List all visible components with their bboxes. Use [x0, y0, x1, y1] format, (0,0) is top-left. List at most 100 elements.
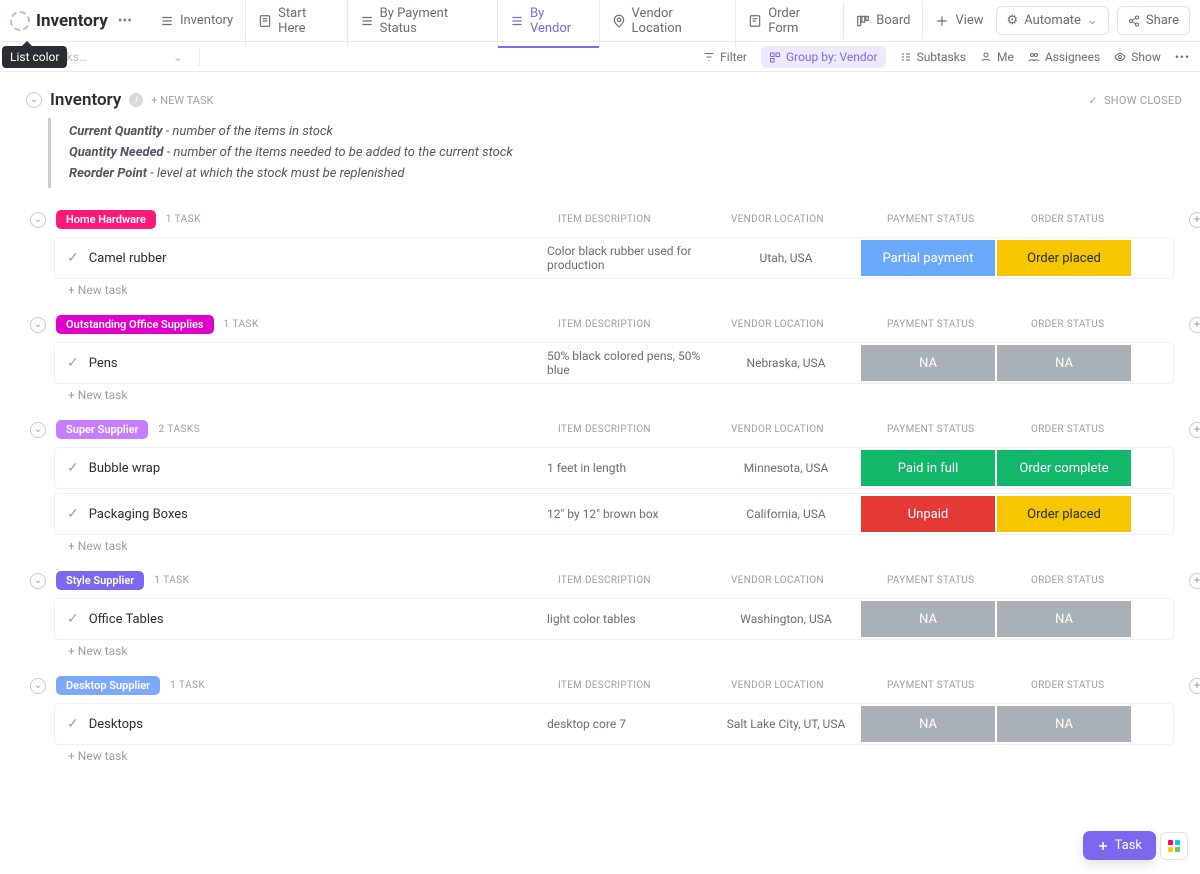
- add-column-button[interactable]: +: [1189, 212, 1200, 228]
- task-count: 1 TASK: [166, 214, 201, 225]
- order-status[interactable]: Order complete: [997, 450, 1131, 486]
- group-by-button[interactable]: Group by: Vendor: [761, 46, 886, 68]
- automate-label: Automate: [1024, 13, 1081, 28]
- add-column-button[interactable]: +: [1189, 317, 1200, 333]
- tab-board[interactable]: Board: [843, 2, 922, 39]
- collapse-group-icon[interactable]: [30, 573, 46, 589]
- automate-button[interactable]: ⚙ Automate: [996, 6, 1109, 35]
- order-status[interactable]: NA: [997, 601, 1131, 637]
- order-status[interactable]: NA: [997, 706, 1131, 742]
- collapse-list-icon[interactable]: [26, 92, 42, 108]
- col-payment: PAYMENT STATUS: [887, 424, 1023, 435]
- payment-status[interactable]: Partial payment: [861, 240, 995, 276]
- tab-by-vendor[interactable]: By Vendor: [497, 0, 599, 47]
- add-column-button[interactable]: +: [1189, 573, 1200, 589]
- check-icon[interactable]: ✓: [67, 460, 79, 476]
- me-button[interactable]: Me: [980, 50, 1014, 64]
- more-options-button[interactable]: •••: [1175, 50, 1190, 64]
- vendor-pill[interactable]: Outstanding Office Supplies: [56, 315, 214, 334]
- floating-task-label: Task: [1115, 838, 1142, 853]
- collapse-group-icon[interactable]: [30, 678, 46, 694]
- add-column-button[interactable]: +: [1189, 678, 1200, 694]
- tab-inventory[interactable]: Inventory: [148, 2, 245, 39]
- task-row[interactable]: ✓Desktopsdesktop core 7Salt Lake City, U…: [54, 703, 1174, 745]
- tab-start-here[interactable]: Start Here: [245, 0, 346, 47]
- vendor-pill[interactable]: Super Supplier: [56, 420, 148, 439]
- new-task-button[interactable]: New task: [68, 539, 1174, 553]
- workspace-title[interactable]: Inventory: [36, 11, 108, 31]
- payment-status[interactable]: NA: [861, 601, 995, 637]
- show-button[interactable]: Show: [1114, 50, 1161, 64]
- new-task-button[interactable]: New task: [68, 283, 1174, 297]
- filter-button[interactable]: Filter: [703, 50, 747, 64]
- payment-status[interactable]: NA: [861, 706, 995, 742]
- task-row[interactable]: ✓Packaging Boxes12" by 12" brown boxCali…: [54, 493, 1174, 535]
- check-icon[interactable]: ✓: [67, 716, 79, 732]
- view-tabs: Inventory Start Here By Payment StatusBy V…: [148, 0, 996, 47]
- list-color-icon[interactable]: [10, 11, 30, 31]
- col-order: ORDER STATUS: [1031, 214, 1167, 225]
- check-icon[interactable]: ✓: [67, 506, 79, 522]
- vendor-pill[interactable]: Style Supplier: [56, 571, 144, 590]
- tab-view[interactable]: View: [922, 2, 995, 39]
- new-task-button[interactable]: New task: [68, 749, 1174, 763]
- subtasks-label: Subtasks: [917, 50, 966, 64]
- show-closed-button[interactable]: ✓ SHOW CLOSED: [1088, 94, 1182, 107]
- col-order: ORDER STATUS: [1031, 680, 1167, 691]
- collapse-group-icon[interactable]: [30, 212, 46, 228]
- floating-apps-button[interactable]: [1160, 832, 1188, 860]
- order-status[interactable]: Order placed: [997, 496, 1131, 532]
- tab-icon: [612, 14, 626, 28]
- filter-label: Filter: [720, 50, 747, 64]
- task-name[interactable]: Desktops: [89, 717, 143, 732]
- vendor-pill[interactable]: Home Hardware: [56, 210, 156, 229]
- task-name[interactable]: Bubble wrap: [89, 461, 160, 476]
- task-name[interactable]: Office Tables: [89, 612, 164, 627]
- filter-icon: [703, 51, 715, 63]
- col-vendor-loc: VENDOR LOCATION: [731, 214, 879, 225]
- list-title[interactable]: Inventory: [50, 90, 121, 110]
- add-column-button[interactable]: +: [1189, 422, 1200, 438]
- workspace-menu-button[interactable]: •••: [114, 13, 136, 29]
- share-button[interactable]: Share: [1117, 6, 1190, 35]
- check-icon[interactable]: ✓: [67, 250, 79, 266]
- new-task-button[interactable]: New task: [68, 644, 1174, 658]
- desc-text-2: - number of the items needed to be added…: [164, 145, 513, 160]
- tab-label: Start Here: [278, 6, 334, 36]
- assignees-button[interactable]: Assignees: [1028, 50, 1100, 64]
- task-name[interactable]: Pens: [89, 356, 118, 371]
- task-row[interactable]: ✓Pens50% black colored pens, 50% blueNeb…: [54, 342, 1174, 384]
- item-description: Color black rubber used for production: [547, 238, 712, 278]
- tab-icon: [935, 14, 949, 28]
- check-icon[interactable]: ✓: [67, 355, 79, 371]
- info-icon[interactable]: i: [129, 93, 143, 107]
- eye-icon: [1114, 51, 1126, 63]
- task-name[interactable]: Camel rubber: [89, 251, 167, 266]
- order-status[interactable]: Order placed: [997, 240, 1131, 276]
- tab-vendor-location[interactable]: Vendor Location: [599, 0, 736, 47]
- desc-term-3: Reorder Point: [69, 166, 147, 181]
- collapse-group-icon[interactable]: [30, 317, 46, 333]
- task-row[interactable]: ✓ Camel rubber Color black rubber used for…: [54, 237, 1174, 279]
- topbar: Inventory ••• InventoryStart HereBy Paym…: [0, 0, 1200, 42]
- check-icon[interactable]: ✓: [67, 611, 79, 627]
- chevron-down-icon[interactable]: ⌄: [173, 50, 183, 64]
- vendor-location: Salt Lake City, UT, USA: [712, 704, 860, 744]
- payment-status[interactable]: Unpaid: [861, 496, 995, 532]
- new-task-inline[interactable]: + NEW TASK: [151, 94, 213, 107]
- vendor-pill[interactable]: Desktop Supplier: [56, 676, 160, 695]
- task-name[interactable]: Packaging Boxes: [89, 507, 188, 522]
- tab-by-payment-status[interactable]: By Payment Status: [347, 0, 497, 47]
- assignees-label: Assignees: [1045, 50, 1100, 64]
- payment-status[interactable]: Paid in full: [861, 450, 995, 486]
- task-row[interactable]: ✓Office Tableslight color tablesWashingt…: [54, 598, 1174, 640]
- floating-task-button[interactable]: Task: [1083, 831, 1156, 860]
- payment-status[interactable]: NA: [861, 345, 995, 381]
- collapse-group-icon[interactable]: [30, 422, 46, 438]
- tab-icon: [748, 14, 762, 28]
- tab-order-form[interactable]: Order Form: [735, 0, 843, 47]
- subtasks-button[interactable]: Subtasks: [900, 50, 966, 64]
- task-row[interactable]: ✓Bubble wrap1 feet in lengthMinnesota, U…: [54, 447, 1174, 489]
- new-task-button[interactable]: New task: [68, 388, 1174, 402]
- order-status[interactable]: NA: [997, 345, 1131, 381]
